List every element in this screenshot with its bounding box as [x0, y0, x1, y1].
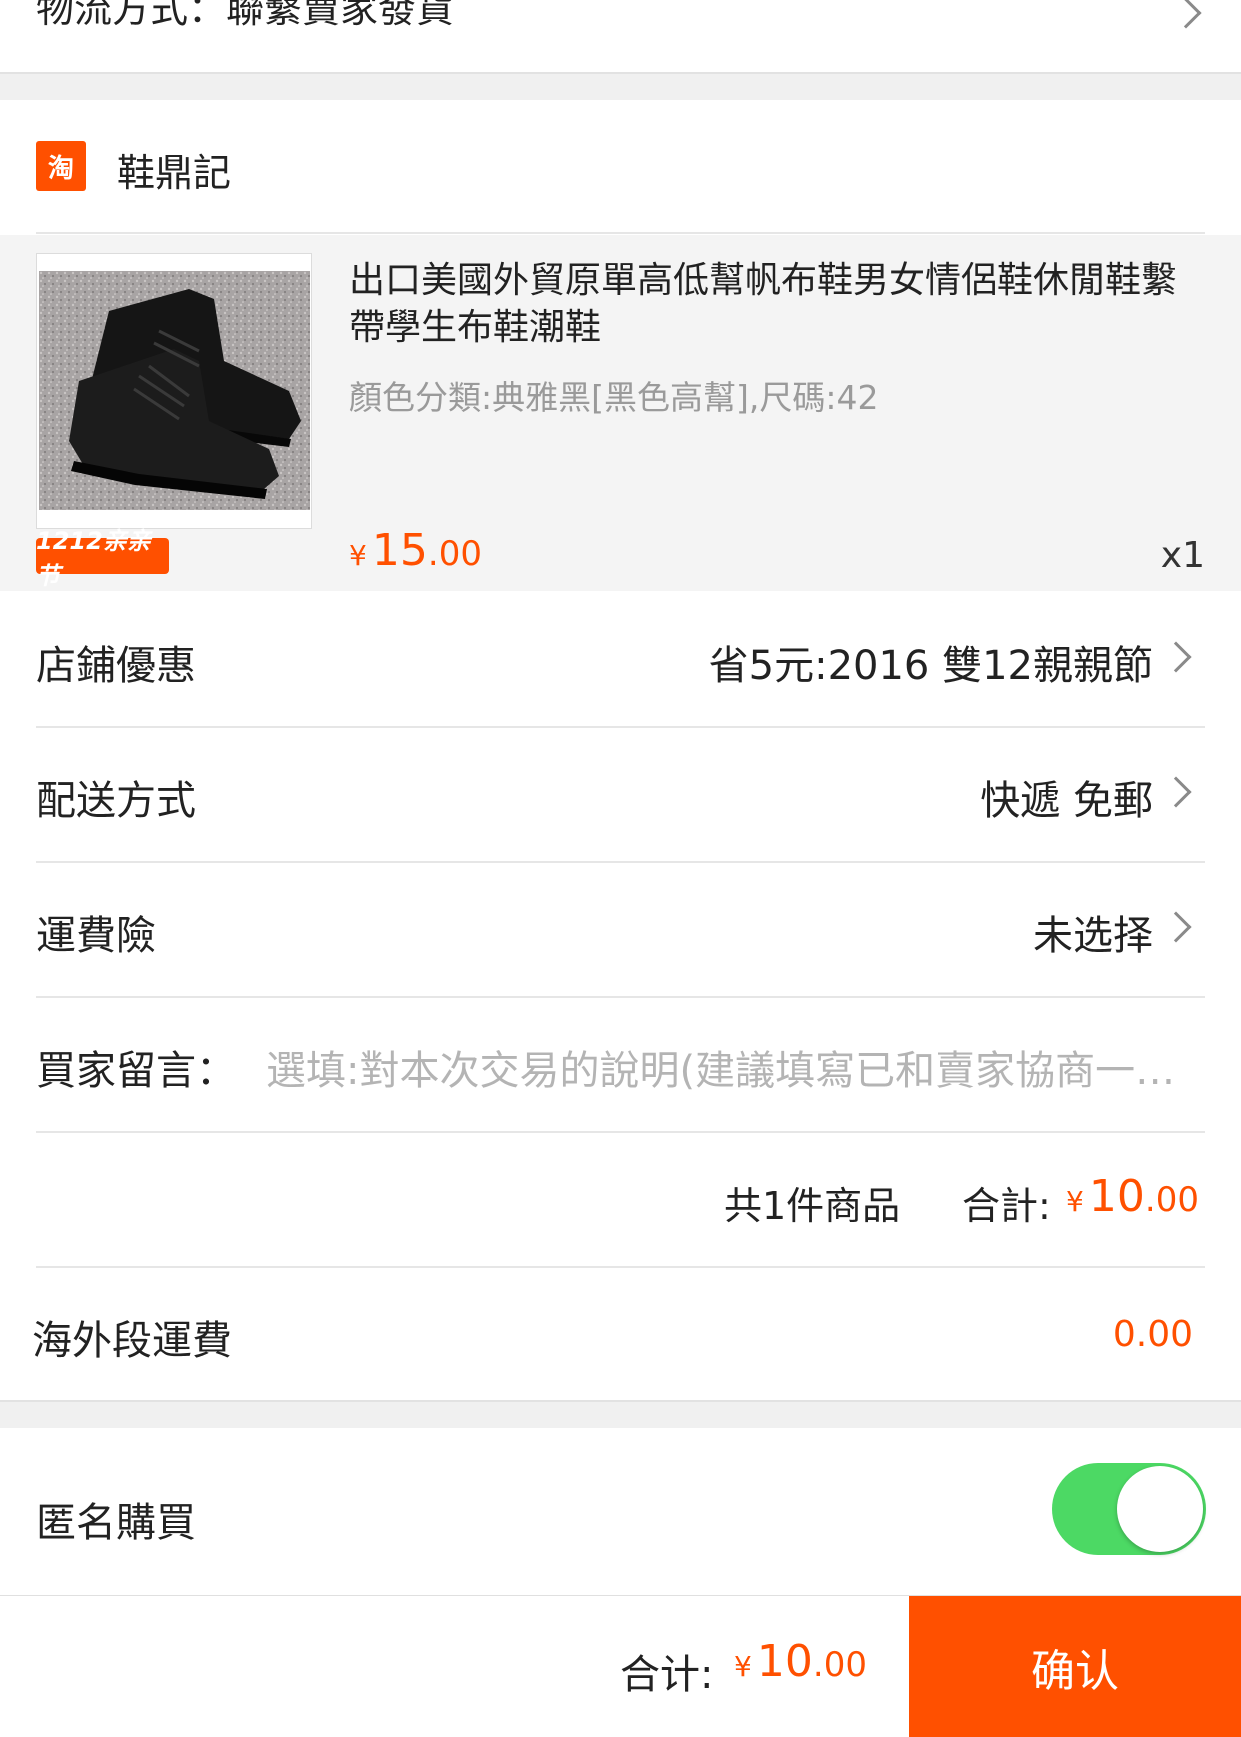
product-price: ¥ 15.00: [349, 525, 482, 576]
buyer-message-input[interactable]: 選填:對本次交易的說明(建議填寫已和賣家協商一致的內容): [266, 1038, 1196, 1096]
anonymous-purchase-toggle[interactable]: [1052, 1463, 1206, 1555]
shipping-insurance-value: 未选择: [1033, 913, 1153, 959]
subtotal-row: 共1件商品 合計: ¥ 10.00: [0, 1131, 1241, 1265]
subtotal-label: 合計:: [962, 1184, 1051, 1228]
shoe-photo: [39, 271, 310, 510]
promo-badge: 1212亲亲节: [36, 527, 169, 590]
overseas-shipping-row: 海外段運費 0.00: [0, 1266, 1241, 1400]
price-integer: 15: [371, 525, 428, 576]
product-thumbnail: [36, 253, 312, 529]
anonymous-purchase-label: 匿名購買: [36, 1500, 196, 1546]
overseas-shipping-label: 海外段運費: [32, 1318, 232, 1364]
divider: [36, 232, 1205, 234]
shipping-method-row[interactable]: 物流方式：聯繫賣家發貨: [0, 0, 1241, 74]
shop-name: 鞋鼎記: [117, 151, 232, 195]
confirm-button[interactable]: 确认: [909, 1596, 1241, 1737]
chevron-right-icon: [1170, 0, 1202, 29]
shop-discount-value: 省5元:2016 雙12親親節: [708, 643, 1153, 689]
currency-symbol: ¥: [349, 539, 367, 572]
product-spec: 顏色分類:典雅黑[黑色高幫],尺碼:42: [349, 378, 879, 417]
anonymous-purchase-row: 匿名購買: [0, 1428, 1241, 1596]
shop-discount-row[interactable]: 店鋪優惠 省5元:2016 雙12親親節: [0, 591, 1241, 725]
toggle-knob: [1117, 1466, 1203, 1552]
chevron-right-icon: [1160, 776, 1192, 808]
price-decimal: .00: [812, 1645, 867, 1685]
price-integer: 10: [1088, 1171, 1145, 1222]
price-integer: 10: [756, 1636, 813, 1687]
price-decimal: .00: [1144, 1180, 1199, 1220]
shipping-insurance-row[interactable]: 運費險 未选择: [0, 861, 1241, 995]
delivery-method-value: 快遞 免郵: [980, 778, 1153, 824]
shipping-insurance-label: 運費險: [36, 913, 156, 959]
subtotal-price: ¥ 10.00: [1066, 1171, 1199, 1222]
currency-symbol: ¥: [734, 1650, 752, 1683]
chevron-right-icon: [1160, 911, 1192, 943]
buyer-message-label: 買家留言：: [36, 1048, 236, 1094]
order-card: 淘 鞋鼎記 1212亲亲节 出口美國外貿原單高低幫帆布鞋男女情侶鞋休閒鞋繫帶學生…: [0, 100, 1241, 1402]
price-decimal: .00: [427, 534, 482, 574]
shop-header[interactable]: 淘 鞋鼎記: [0, 100, 1241, 234]
total-label: 合计:: [620, 1652, 714, 1698]
delivery-method-label: 配送方式: [36, 778, 196, 824]
chevron-right-icon: [1160, 641, 1192, 673]
shoe-image-icon: [39, 271, 310, 510]
total-price: ¥ 10.00: [734, 1636, 867, 1687]
delivery-method-row[interactable]: 配送方式 快遞 免郵: [0, 726, 1241, 860]
product-quantity: x1: [1160, 535, 1205, 576]
product-title: 出口美國外貿原單高低幫帆布鞋男女情侶鞋休閒鞋繫帶學生布鞋潮鞋: [349, 260, 1178, 348]
checkout-bar: 合计: ¥ 10.00 确认: [0, 1595, 1241, 1737]
product-item[interactable]: 1212亲亲节 出口美國外貿原單高低幫帆布鞋男女情侶鞋休閒鞋繫帶學生布鞋潮鞋 顏…: [0, 235, 1241, 591]
currency-symbol: ¥: [1066, 1185, 1084, 1218]
shipping-method-label: 物流方式：聯繫賣家發貨: [36, 0, 455, 31]
buyer-message-row: 買家留言： 選填:對本次交易的說明(建議填寫已和賣家協商一致的內容): [0, 996, 1241, 1130]
item-count: 共1件商品: [724, 1184, 901, 1228]
taobao-logo-icon: 淘: [36, 141, 86, 191]
overseas-shipping-amount: 0.00: [1112, 1314, 1193, 1355]
shop-discount-label: 店鋪優惠: [36, 643, 196, 689]
